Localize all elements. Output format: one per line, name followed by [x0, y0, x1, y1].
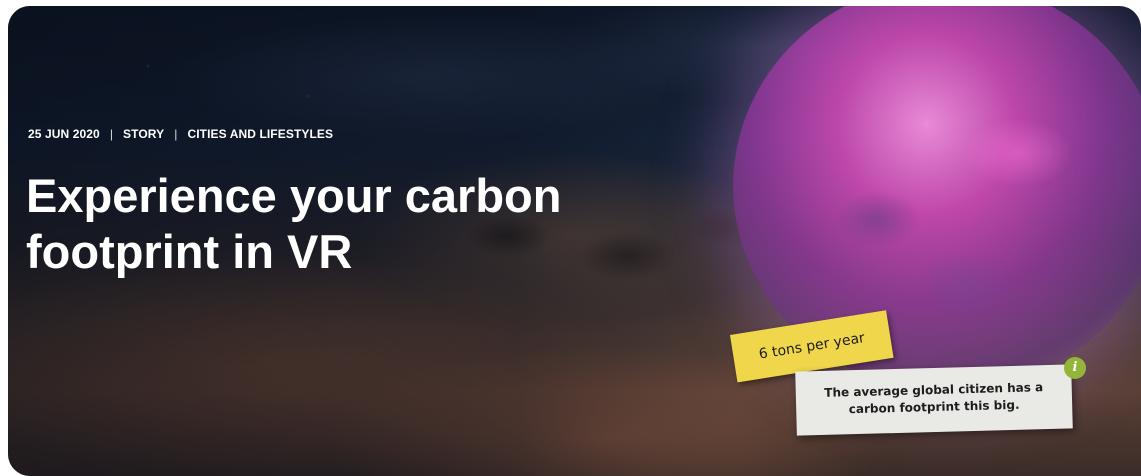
white-note-line-2: carbon footprint this big.	[848, 397, 1020, 417]
article-type[interactable]: STORY	[123, 127, 164, 141]
title-line-2: footprint in VR	[26, 225, 353, 278]
page-title: Experience your carbon footprint in VR	[26, 168, 706, 280]
title-line-1: Experience your carbon	[26, 169, 562, 222]
meta-separator: |	[109, 127, 114, 141]
article-date: 25 JUN 2020	[28, 127, 100, 141]
article-meta: 25 JUN 2020 | STORY | CITIES AND LIFESTYLES	[28, 127, 333, 141]
white-note-line-1: The average global citizen has a	[824, 380, 1044, 400]
yellow-note-text: 6 tons per year	[757, 330, 866, 363]
info-icon: i	[1064, 357, 1086, 379]
article-category[interactable]: CITIES AND LIFESTYLES	[187, 127, 333, 141]
meta-separator: |	[174, 127, 178, 141]
white-note: The average global citizen has a carbon …	[795, 364, 1073, 436]
